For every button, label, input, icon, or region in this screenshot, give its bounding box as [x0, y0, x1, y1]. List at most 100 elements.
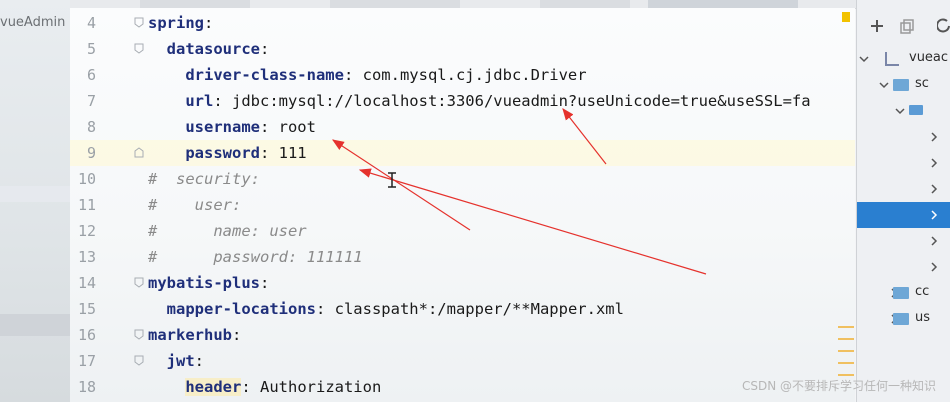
fold-marker-icon[interactable]: [134, 329, 144, 340]
editor-tab[interactable]: [140, 0, 250, 8]
yaml-value: :: [259, 274, 270, 292]
chevron-right-icon[interactable]: [929, 184, 939, 194]
code-line[interactable]: 14 mybatis-plus:: [70, 270, 855, 296]
tree-item[interactable]: sc: [857, 72, 950, 98]
yaml-value: : classpath*:/mapper/**Mapper.xml: [315, 300, 624, 318]
comment-text: # security:: [148, 170, 260, 188]
code-line[interactable]: 10 # security:: [70, 166, 855, 192]
line-number[interactable]: 17: [70, 348, 96, 374]
editor-tab-active[interactable]: [648, 0, 798, 8]
code-text: datasource:: [148, 36, 270, 62]
watermark: CSDN @不要排斥学习任何一种知识: [741, 379, 936, 393]
code-line[interactable]: 11 # user:: [70, 192, 855, 218]
marker-stripe[interactable]: [838, 350, 854, 352]
comment-text: # name: user: [148, 222, 307, 240]
line-number[interactable]: 5: [70, 36, 96, 62]
code-line[interactable]: 18 header: Authorization: [70, 374, 855, 400]
chevron-down-icon[interactable]: [879, 80, 889, 90]
refresh-icon[interactable]: [937, 18, 950, 34]
line-number[interactable]: 14: [70, 270, 96, 296]
tree-item[interactable]: cc: [857, 280, 950, 306]
code-text: # security:: [148, 166, 260, 192]
folder-icon: [893, 287, 909, 299]
yaml-key: mybatis-plus: [148, 274, 260, 292]
editor-tab[interactable]: [330, 0, 460, 8]
code-line[interactable]: 12 # name: user: [70, 218, 855, 244]
code-line[interactable]: 8 username: root: [70, 114, 855, 140]
code-editor[interactable]: 4 spring: 5 datasource: 6 driver-class-name…: [70, 8, 855, 402]
line-number[interactable]: 11: [70, 192, 96, 218]
code-text: driver-class-name: com.mysql.cj.jdbc.Dri…: [148, 62, 586, 88]
code-text: header: Authorization: [148, 374, 381, 400]
line-number[interactable]: 7: [70, 88, 96, 114]
tree-item[interactable]: vueac: [857, 46, 950, 72]
tree-item[interactable]: [857, 228, 950, 254]
comment-text: # user:: [148, 196, 242, 214]
chevron-right-icon[interactable]: [929, 210, 939, 220]
plus-icon[interactable]: [869, 18, 885, 34]
chevron-down-icon[interactable]: [859, 54, 869, 64]
tree-item[interactable]: us: [857, 306, 950, 332]
yaml-key: markerhub: [148, 326, 232, 344]
fold-marker-icon[interactable]: [134, 355, 144, 366]
code-text: url: jdbc:mysql://localhost:3306/vueadmi…: [148, 88, 810, 114]
line-number[interactable]: 13: [70, 244, 96, 270]
yaml-key: header: [185, 378, 242, 396]
tree-item[interactable]: [857, 98, 950, 124]
yaml-value: :: [204, 14, 214, 32]
line-number[interactable]: 6: [70, 62, 96, 88]
fold-marker-icon[interactable]: [134, 147, 144, 158]
tree-item[interactable]: [857, 150, 950, 176]
yaml-key: mapper-locations: [166, 300, 316, 318]
code-line[interactable]: 9 password: 111: [70, 140, 855, 166]
tree-item[interactable]: [857, 176, 950, 202]
editor-tab[interactable]: [540, 0, 630, 8]
chevron-right-icon[interactable]: [929, 132, 939, 142]
code-line[interactable]: 16 markerhub:: [70, 322, 855, 348]
project-tree-panel: vueac sc cc us: [856, 0, 950, 402]
code-line[interactable]: 17 jwt:: [70, 348, 855, 374]
code-line[interactable]: 13 # password: 111111: [70, 244, 855, 270]
chevron-right-icon[interactable]: [929, 262, 939, 272]
code-line[interactable]: 7 url: jdbc:mysql://localhost:3306/vuead…: [70, 88, 855, 114]
left-selected-row[interactable]: [0, 186, 70, 202]
code-line[interactable]: 6 driver-class-name: com.mysql.cj.jdbc.D…: [70, 62, 855, 88]
line-number[interactable]: 4: [70, 10, 96, 36]
chevron-right-icon[interactable]: [929, 158, 939, 168]
folder-icon: [893, 79, 909, 91]
line-number[interactable]: 15: [70, 296, 96, 322]
yaml-key: datasource: [166, 40, 260, 58]
line-number[interactable]: 8: [70, 114, 96, 140]
marker-stripe[interactable]: [838, 326, 854, 328]
tree-item[interactable]: [857, 124, 950, 150]
fold-marker-icon[interactable]: [134, 43, 144, 54]
tree-item-label: cc: [915, 284, 930, 299]
chevron-right-icon[interactable]: [929, 236, 939, 246]
line-number[interactable]: 16: [70, 322, 96, 348]
tree-item[interactable]: [857, 202, 950, 228]
marker-stripe[interactable]: [838, 338, 854, 340]
tree-item[interactable]: [857, 254, 950, 280]
marker-stripe[interactable]: [838, 374, 854, 376]
marker-stripe[interactable]: [838, 362, 854, 364]
code-text: mapper-locations: classpath*:/mapper/**M…: [148, 296, 624, 322]
left-hover-row[interactable]: [0, 314, 70, 336]
line-number[interactable]: 9: [70, 140, 96, 166]
fold-marker-icon[interactable]: [134, 277, 144, 288]
code-line[interactable]: 15 mapper-locations: classpath*:/mapper/…: [70, 296, 855, 322]
line-number[interactable]: 10: [70, 166, 96, 192]
chevron-down-icon[interactable]: [895, 106, 905, 116]
line-number[interactable]: 18: [70, 374, 96, 400]
code-line[interactable]: 5 datasource:: [70, 36, 855, 62]
copy-icon[interactable]: [899, 18, 915, 34]
code-line[interactable]: 4 spring:: [70, 10, 855, 36]
line-number[interactable]: 12: [70, 218, 96, 244]
warning-marker-icon[interactable]: [842, 12, 850, 22]
yaml-value: : root: [259, 118, 316, 136]
project-label[interactable]: vueAdmin: [0, 15, 65, 30]
editor-marker-gutter[interactable]: [836, 8, 856, 402]
fold-marker-icon[interactable]: [134, 17, 144, 28]
